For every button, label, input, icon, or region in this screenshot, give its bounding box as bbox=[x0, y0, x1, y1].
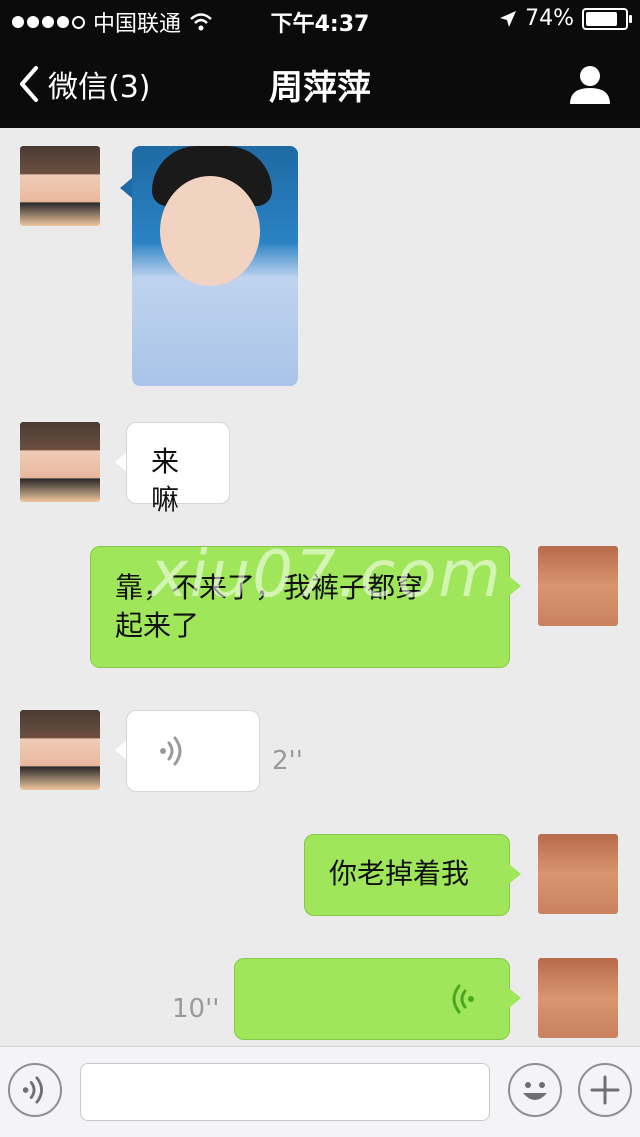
text-message[interactable]: 来嘛 bbox=[126, 422, 230, 516]
bubble-tail bbox=[509, 576, 521, 596]
more-options-button[interactable] bbox=[578, 1063, 632, 1117]
message-text: 来嘛 bbox=[151, 445, 180, 516]
voice-duration: 2'' bbox=[272, 746, 303, 776]
watermark: xiu07.com bbox=[150, 538, 503, 612]
message-text-line: 起来了 bbox=[115, 609, 200, 642]
nav-bar: 微信(3) 周萍萍 bbox=[0, 40, 640, 128]
voice-message[interactable] bbox=[234, 958, 510, 1040]
location-arrow-icon bbox=[500, 10, 517, 27]
voice-duration: 10'' bbox=[172, 994, 220, 1024]
plus-icon bbox=[590, 1075, 620, 1105]
voice-wave-icon bbox=[452, 984, 474, 1014]
contact-profile-icon[interactable] bbox=[568, 64, 612, 104]
voice-input-button[interactable] bbox=[8, 1063, 62, 1117]
battery-icon bbox=[582, 7, 632, 30]
bubble-tail bbox=[120, 178, 132, 198]
message-text: 你老掉着我 bbox=[329, 857, 470, 890]
contact-avatar[interactable] bbox=[20, 710, 100, 790]
photo-message[interactable] bbox=[132, 146, 298, 386]
contact-avatar[interactable] bbox=[20, 146, 100, 226]
input-bar bbox=[0, 1046, 640, 1137]
message-input[interactable] bbox=[80, 1063, 490, 1121]
bubble-tail bbox=[509, 864, 521, 884]
voice-wave-icon bbox=[160, 736, 182, 766]
my-avatar[interactable] bbox=[538, 834, 618, 914]
voice-message[interactable] bbox=[126, 710, 260, 792]
chat-title: 周萍萍 bbox=[269, 68, 371, 108]
contact-avatar[interactable] bbox=[20, 422, 100, 502]
emoji-button[interactable] bbox=[508, 1063, 562, 1117]
bubble-tail bbox=[509, 988, 521, 1008]
text-message[interactable]: 你老掉着我 bbox=[304, 834, 510, 916]
chat-area[interactable]: 来嘛 靠，不来了，我裤子都穿 起来了 2'' 你老掉着我 10'' xiu07.… bbox=[0, 128, 640, 1046]
my-avatar[interactable] bbox=[538, 546, 618, 626]
status-bar: 中国联通 下午4:37 74% bbox=[0, 0, 640, 40]
battery-percent: 74% bbox=[525, 6, 574, 31]
my-avatar[interactable] bbox=[538, 958, 618, 1038]
voice-wave-icon bbox=[22, 1076, 43, 1104]
smiley-icon bbox=[523, 1082, 547, 1100]
top-bar: 中国联通 下午4:37 74% 微信(3) 周萍萍 bbox=[0, 0, 640, 128]
